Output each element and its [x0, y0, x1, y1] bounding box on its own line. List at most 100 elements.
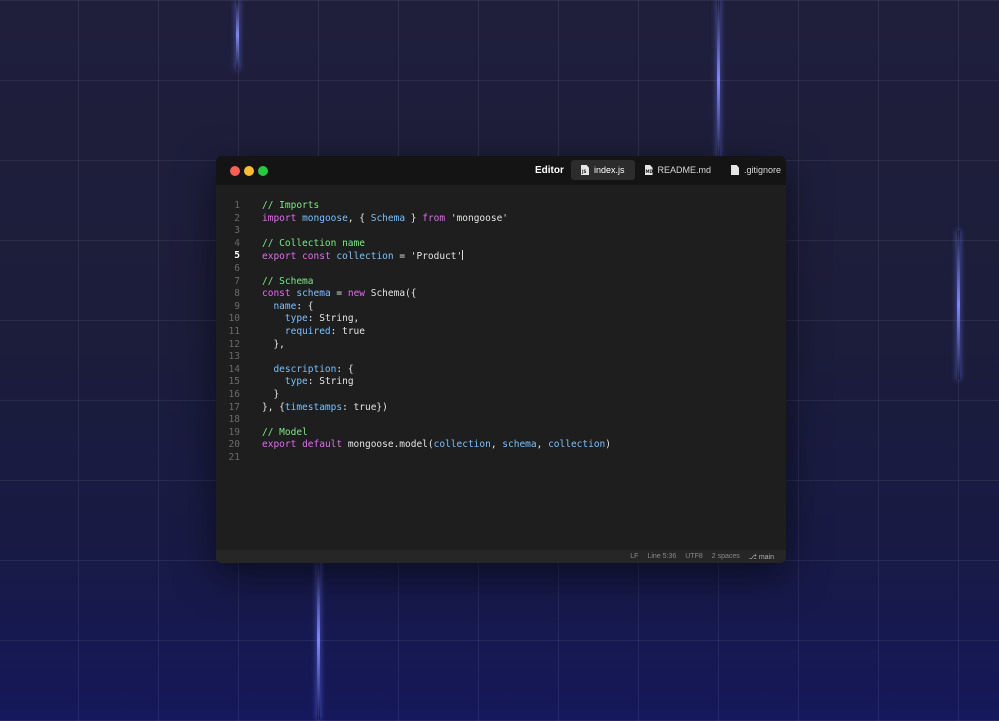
- branch-label: main: [758, 553, 774, 561]
- code-token: // Model: [262, 426, 308, 438]
- code-token: schema: [502, 439, 537, 451]
- line-number: 9: [234, 300, 240, 312]
- line-number: 10: [228, 313, 240, 325]
- code-text: }: [262, 389, 279, 402]
- code-line[interactable]: 19 // Model: [216, 427, 786, 440]
- code-line[interactable]: 14 description: {: [216, 364, 786, 377]
- code-line[interactable]: 7 // Schema: [216, 276, 786, 289]
- close-button[interactable]: [230, 166, 240, 176]
- code-token: : {: [336, 363, 354, 375]
- maximize-button[interactable]: [258, 166, 268, 176]
- line-number: 2: [234, 212, 240, 224]
- code-token: mongoose: [302, 212, 348, 224]
- code-line[interactable]: 16 }: [216, 389, 786, 402]
- code-line[interactable]: 15 type: String: [216, 376, 786, 389]
- code-token: ,: [536, 439, 549, 451]
- code-token: const: [302, 251, 331, 263]
- editor-window: Editor JS index.js MD README.md .gitigno…: [216, 156, 786, 563]
- code-token: : String,: [307, 313, 360, 325]
- code-token: // Collection name: [262, 237, 365, 249]
- line-number: 5: [234, 250, 240, 262]
- code-line[interactable]: 17 }, {timestamps: true}): [216, 402, 786, 415]
- git-branch[interactable]: ⎇ main: [749, 553, 774, 561]
- code-token: from: [422, 212, 446, 224]
- title-bar: Editor JS index.js MD README.md .gitigno…: [216, 156, 786, 185]
- line-number: 14: [228, 363, 240, 375]
- code-token: description: [273, 363, 337, 375]
- line-number: 18: [228, 414, 240, 426]
- line-number: 13: [228, 351, 240, 363]
- code-line[interactable]: 5 export const collection = 'Product': [216, 250, 786, 263]
- light-beam: [317, 560, 320, 720]
- line-number: 6: [234, 262, 240, 274]
- tab-index-js[interactable]: JS index.js: [571, 160, 635, 180]
- code-line[interactable]: 2 import mongoose, { Schema } from 'mongo…: [216, 213, 786, 226]
- code-token: const: [262, 288, 291, 300]
- line-number: 4: [234, 237, 240, 249]
- code-line[interactable]: 10 type: String,: [216, 313, 786, 326]
- file-tabs: JS index.js MD README.md .gitignore: [571, 160, 786, 180]
- minimize-button[interactable]: [244, 166, 254, 176]
- tab-label: README.md: [657, 165, 712, 175]
- cursor-position[interactable]: Line 5:36: [647, 553, 676, 560]
- text-cursor: [462, 250, 464, 261]
- code-token: mongoose.model(: [342, 439, 434, 451]
- code-token: =: [330, 288, 348, 300]
- code-text: // Imports: [262, 200, 319, 213]
- code-line[interactable]: 11 required: true: [216, 326, 786, 339]
- code-line[interactable]: 13: [216, 351, 786, 364]
- code-token: ,: [490, 439, 503, 451]
- code-line[interactable]: 1 // Imports: [216, 200, 786, 213]
- code-text: }, {timestamps: true}): [262, 402, 388, 415]
- code-token: export: [262, 251, 297, 263]
- line-number: 11: [228, 325, 240, 337]
- line-ending-indicator[interactable]: LF: [630, 553, 638, 560]
- line-number: 17: [228, 401, 240, 413]
- code-line[interactable]: 4 // Collection name: [216, 238, 786, 251]
- code-token: schema: [296, 288, 331, 300]
- code-editor[interactable]: 1 // Imports 2 import mongoose, { Schema } …: [216, 200, 786, 464]
- line-number: 8: [234, 288, 240, 300]
- code-token: }: [262, 388, 280, 400]
- code-line[interactable]: 6: [216, 263, 786, 276]
- code-token: required: [284, 325, 331, 337]
- js-file-icon: JS: [581, 165, 589, 175]
- line-number: 15: [228, 376, 240, 388]
- line-number: 19: [228, 426, 240, 438]
- code-line[interactable]: 21: [216, 452, 786, 465]
- code-line[interactable]: 8 const schema = new Schema({: [216, 288, 786, 301]
- code-text: export default mongoose.model(collection…: [262, 439, 611, 452]
- code-token: // Imports: [262, 200, 320, 211]
- code-token: new: [347, 288, 366, 300]
- code-token: collection: [336, 251, 394, 263]
- line-number: 12: [228, 338, 240, 350]
- tab-gitignore[interactable]: .gitignore: [721, 160, 786, 180]
- line-number: 16: [228, 388, 240, 400]
- window-title: Editor: [535, 165, 564, 176]
- line-number: 20: [228, 439, 240, 451]
- code-line[interactable]: 3: [216, 225, 786, 238]
- code-token: 'mongoose': [445, 212, 509, 224]
- code-token: }, {: [262, 401, 285, 413]
- code-text: },: [262, 339, 284, 352]
- code-token: }: [405, 212, 423, 224]
- line-number: 3: [234, 225, 240, 237]
- code-line[interactable]: 18: [216, 414, 786, 427]
- code-token: type: [284, 376, 308, 388]
- encoding-indicator[interactable]: UTF8: [685, 553, 703, 560]
- code-token: // Schema: [262, 275, 314, 287]
- code-line[interactable]: 9 name: {: [216, 301, 786, 314]
- indentation-indicator[interactable]: 2 spaces: [712, 553, 740, 560]
- code-token: export: [262, 439, 297, 451]
- tab-readme-md[interactable]: MD README.md: [635, 160, 722, 180]
- code-token: = 'Product': [393, 251, 463, 263]
- code-token: collection: [548, 439, 606, 451]
- line-number: 7: [234, 275, 240, 287]
- code-line[interactable]: 20 export default mongoose.model(collecti…: [216, 439, 786, 452]
- code-text: import mongoose, { Schema } from 'mongoo…: [262, 213, 508, 226]
- code-line[interactable]: 12 },: [216, 339, 786, 352]
- code-token: Schema({: [365, 288, 417, 300]
